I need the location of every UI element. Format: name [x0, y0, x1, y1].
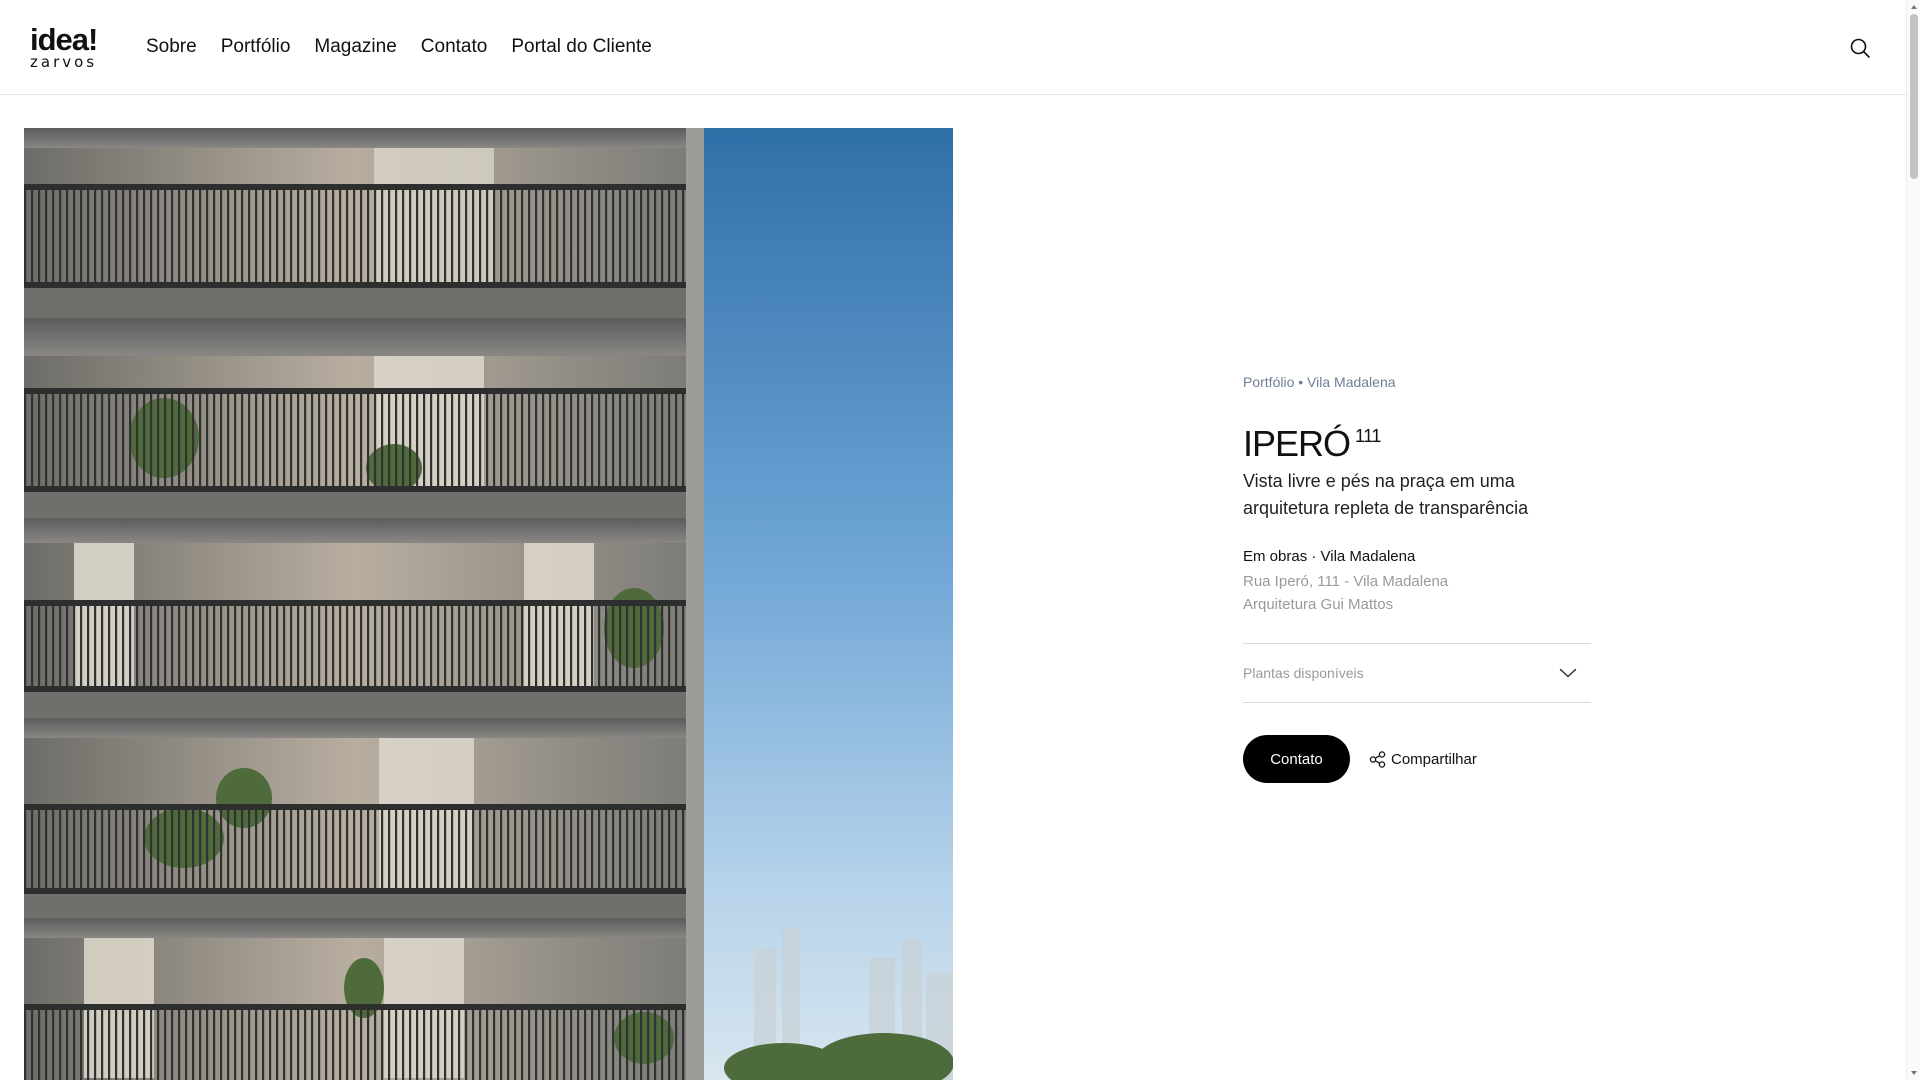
contact-button[interactable]: Contato — [1243, 735, 1350, 783]
project-info-panel: Portfólio • Vila Madalena IPERÓ 111 Vist… — [1243, 374, 1591, 783]
search-button[interactable] — [1848, 36, 1872, 60]
logo[interactable]: idea! zarvos — [30, 22, 100, 71]
page-title: IPERÓ — [1243, 423, 1351, 464]
scroll-up-arrow-icon[interactable] — [1910, 3, 1918, 11]
breadcrumb-neighborhood-link[interactable]: Vila Madalena — [1307, 374, 1395, 390]
breadcrumb: Portfólio • Vila Madalena — [1243, 374, 1591, 394]
share-icon — [1369, 750, 1386, 768]
logo-wordmark: idea! — [30, 22, 98, 57]
nav-item-portal-do-cliente[interactable]: Portal do Cliente — [511, 36, 651, 58]
site-header: idea! zarvos Sobre Portfólio Magazine Co… — [0, 0, 1906, 95]
nav-item-portfolio[interactable]: Portfólio — [221, 36, 291, 58]
logo-subtitle: zarvos — [30, 53, 98, 71]
breadcrumb-portfolio-link[interactable]: Portfólio — [1243, 374, 1294, 390]
nav-item-sobre[interactable]: Sobre — [146, 36, 197, 58]
action-row: Contato Compartilhar — [1243, 735, 1591, 783]
scroll-down-arrow-icon[interactable] — [1910, 1069, 1918, 1077]
share-button[interactable]: Compartilhar — [1369, 751, 1477, 768]
breadcrumb-separator: • — [1294, 374, 1308, 390]
chevron-down-icon — [1559, 668, 1577, 678]
project-address: Rua Iperó, 111 - Vila Madalena — [1243, 573, 1449, 590]
nav-item-contato[interactable]: Contato — [421, 36, 488, 58]
project-status: Em obras · Vila Madalena — [1243, 548, 1416, 565]
project-hero-image — [24, 128, 953, 1080]
nav-item-magazine[interactable]: Magazine — [314, 36, 396, 58]
project-subtitle: Vista livre e pés na praça em uma arquit… — [1243, 471, 1529, 518]
plants-dropdown[interactable]: Plantas disponíveis — [1243, 643, 1591, 703]
title-row: IPERÓ 111 — [1243, 424, 1591, 464]
project-architect: Arquitetura Gui Mattos — [1243, 596, 1394, 613]
title-number: 111 — [1355, 426, 1381, 446]
plants-dropdown-label: Plantas disponíveis — [1243, 665, 1364, 681]
scrollbar-thumb[interactable] — [1910, 14, 1918, 179]
share-label: Compartilhar — [1391, 750, 1477, 768]
search-icon — [1850, 38, 1870, 58]
page-scrollbar[interactable] — [1906, 0, 1920, 1080]
main-nav: Sobre Portfólio Magazine Contato Portal … — [146, 36, 676, 58]
